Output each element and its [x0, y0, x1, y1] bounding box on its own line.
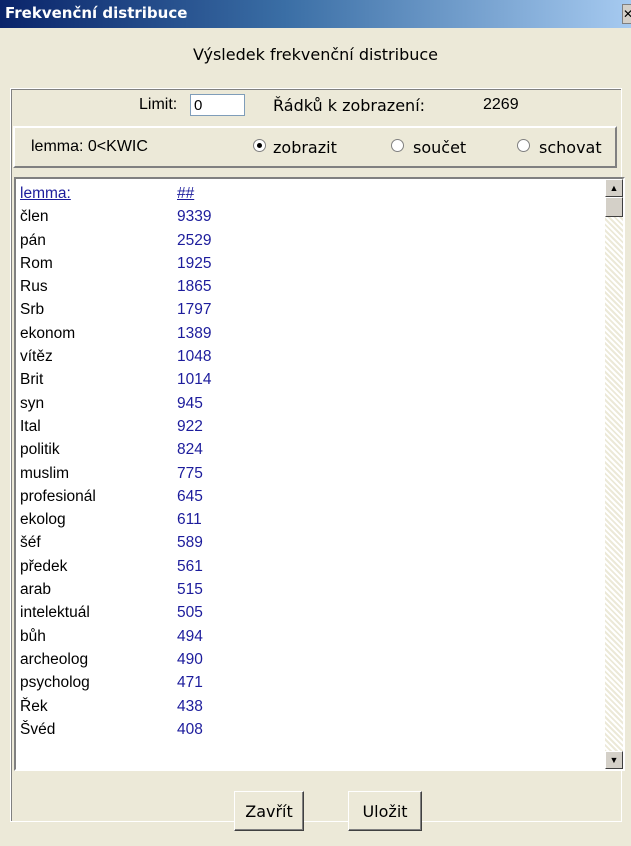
radio-schovat-label[interactable]: schovat — [539, 138, 602, 157]
count-cell: 408 — [177, 720, 203, 738]
rows-to-display-label: Řádků k zobrazení: — [273, 96, 426, 115]
list-item[interactable]: šéf 589 — [20, 531, 600, 554]
count-cell: 824 — [177, 441, 203, 459]
limit-input[interactable] — [190, 94, 245, 116]
rows-to-display-value: 2269 — [483, 96, 519, 113]
list-item[interactable]: Brit 1014 — [20, 368, 600, 391]
list-item[interactable]: syn 945 — [20, 392, 600, 415]
lemma-cell: Rom — [20, 254, 53, 272]
count-cell: 561 — [177, 557, 203, 575]
lemma-cell: arab — [20, 581, 52, 599]
list-item[interactable]: politik 824 — [20, 438, 600, 461]
list-item[interactable]: Řek 438 — [20, 695, 600, 718]
list-item[interactable]: vítěz 1048 — [20, 345, 600, 368]
frequency-list[interactable]: lemma: ## člen 9339 pán 2529 Rom 1925 Rus 1865 S… — [14, 177, 625, 771]
count-cell: 1389 — [177, 324, 212, 342]
save-button[interactable]: Uložit — [348, 791, 422, 831]
list-item[interactable]: muslim 775 — [20, 462, 600, 485]
list-item[interactable]: Ital 922 — [20, 415, 600, 438]
lemma-column-header[interactable]: lemma: — [20, 182, 71, 205]
vertical-scrollbar[interactable]: ▲ ▼ — [605, 179, 623, 769]
count-cell: 945 — [177, 394, 203, 412]
lemma-cell: profesionál — [20, 487, 96, 505]
count-cell: 2529 — [177, 231, 212, 249]
scrollbar-thumb[interactable] — [605, 197, 623, 217]
lemma-cell: Ital — [20, 417, 41, 435]
list-item[interactable]: archeolog 490 — [20, 648, 600, 671]
count-cell: 1014 — [177, 371, 212, 389]
count-cell: 922 — [177, 417, 203, 435]
window-title: Frekvenční distribuce — [5, 4, 188, 22]
lemma-cell: člen — [20, 208, 49, 226]
frequency-distribution-window: Frekvenční distribuce ✕ Výsledek frekven… — [0, 0, 631, 846]
list-item[interactable]: pán 2529 — [20, 229, 600, 252]
scroll-down-arrow-icon[interactable]: ▼ — [605, 751, 623, 769]
count-column-header[interactable]: ## — [177, 182, 194, 205]
radio-soucet-label[interactable]: součet — [413, 138, 466, 157]
list-item[interactable]: Rom 1925 — [20, 252, 600, 275]
count-cell: 1925 — [177, 254, 212, 272]
count-cell: 589 — [177, 534, 203, 552]
list-item[interactable]: Rus 1865 — [20, 275, 600, 298]
lemma-cell: pán — [20, 231, 46, 249]
count-cell: 9339 — [177, 208, 212, 226]
count-cell: 611 — [177, 511, 202, 529]
list-item[interactable]: Srb 1797 — [20, 298, 600, 321]
list-header-row: lemma: ## — [20, 182, 600, 205]
list-item[interactable]: psycholog 471 — [20, 671, 600, 694]
lemma-cell: předek — [20, 557, 68, 575]
list-item[interactable]: předek 561 — [20, 555, 600, 578]
list-item[interactable]: arab 515 — [20, 578, 600, 601]
radio-zobrazit-label[interactable]: zobrazit — [273, 138, 337, 157]
lemma-cell: psycholog — [20, 674, 90, 692]
list-item[interactable]: člen 9339 — [20, 205, 600, 228]
lemma-cell: Brit — [20, 371, 44, 389]
lemma-cell: ekolog — [20, 511, 66, 529]
lemma-cell: muslim — [20, 464, 70, 482]
scroll-up-arrow-icon[interactable]: ▲ — [605, 179, 623, 197]
count-cell: 1797 — [177, 301, 212, 319]
count-cell: 505 — [177, 604, 203, 622]
lemma-cell: intelektuál — [20, 604, 90, 622]
lemma-cell: Rus — [20, 278, 48, 296]
limit-label: Limit: — [139, 96, 178, 113]
list-item[interactable]: intelektuál 505 — [20, 601, 600, 624]
close-button[interactable]: Zavřít — [234, 791, 304, 831]
lemma-cell: vítěz — [20, 348, 53, 366]
list-item[interactable]: ekonom 1389 — [20, 322, 600, 345]
lemma-cell: Řek — [20, 697, 48, 715]
lemma-cell: politik — [20, 441, 60, 459]
count-cell: 1048 — [177, 348, 212, 366]
close-window-icon[interactable]: ✕ — [622, 4, 631, 24]
radio-zobrazit[interactable] — [253, 139, 266, 152]
count-cell: 438 — [177, 697, 203, 715]
lemma-cell: šéf — [20, 534, 41, 552]
count-cell: 471 — [177, 674, 203, 692]
lemma-cell: bůh — [20, 627, 46, 645]
page-title: Výsledek frekvenční distribuce — [192, 45, 439, 64]
lemma-cell: Srb — [20, 301, 45, 319]
kwic-options-label: lemma: 0<KWIC — [31, 138, 148, 155]
lemma-cell: ekonom — [20, 324, 76, 342]
list-item[interactable]: profesionál 645 — [20, 485, 600, 508]
lemma-cell: syn — [20, 394, 45, 412]
radio-soucet[interactable] — [391, 139, 404, 152]
frequency-list-content: lemma: ## člen 9339 pán 2529 Rom 1925 Rus 1865 S… — [20, 182, 600, 767]
count-cell: 494 — [177, 627, 203, 645]
count-cell: 645 — [177, 487, 203, 505]
list-item[interactable]: Švéd 408 — [20, 718, 600, 741]
kwic-options-row: lemma: 0<KWIC zobrazit součet schovat — [13, 126, 617, 168]
list-item[interactable]: bůh 494 — [20, 625, 600, 648]
list-item[interactable]: ekolog 611 — [20, 508, 600, 531]
count-cell: 1865 — [177, 278, 212, 296]
lemma-cell: archeolog — [20, 650, 89, 668]
radio-schovat[interactable] — [517, 139, 530, 152]
count-cell: 490 — [177, 650, 203, 668]
lemma-cell: Švéd — [20, 720, 56, 738]
limit-row: Limit: Řádků k zobrazení: 2269 — [11, 89, 621, 125]
title-bar[interactable]: Frekvenční distribuce ✕ — [0, 0, 631, 28]
count-cell: 515 — [177, 581, 203, 599]
count-cell: 775 — [177, 464, 203, 482]
